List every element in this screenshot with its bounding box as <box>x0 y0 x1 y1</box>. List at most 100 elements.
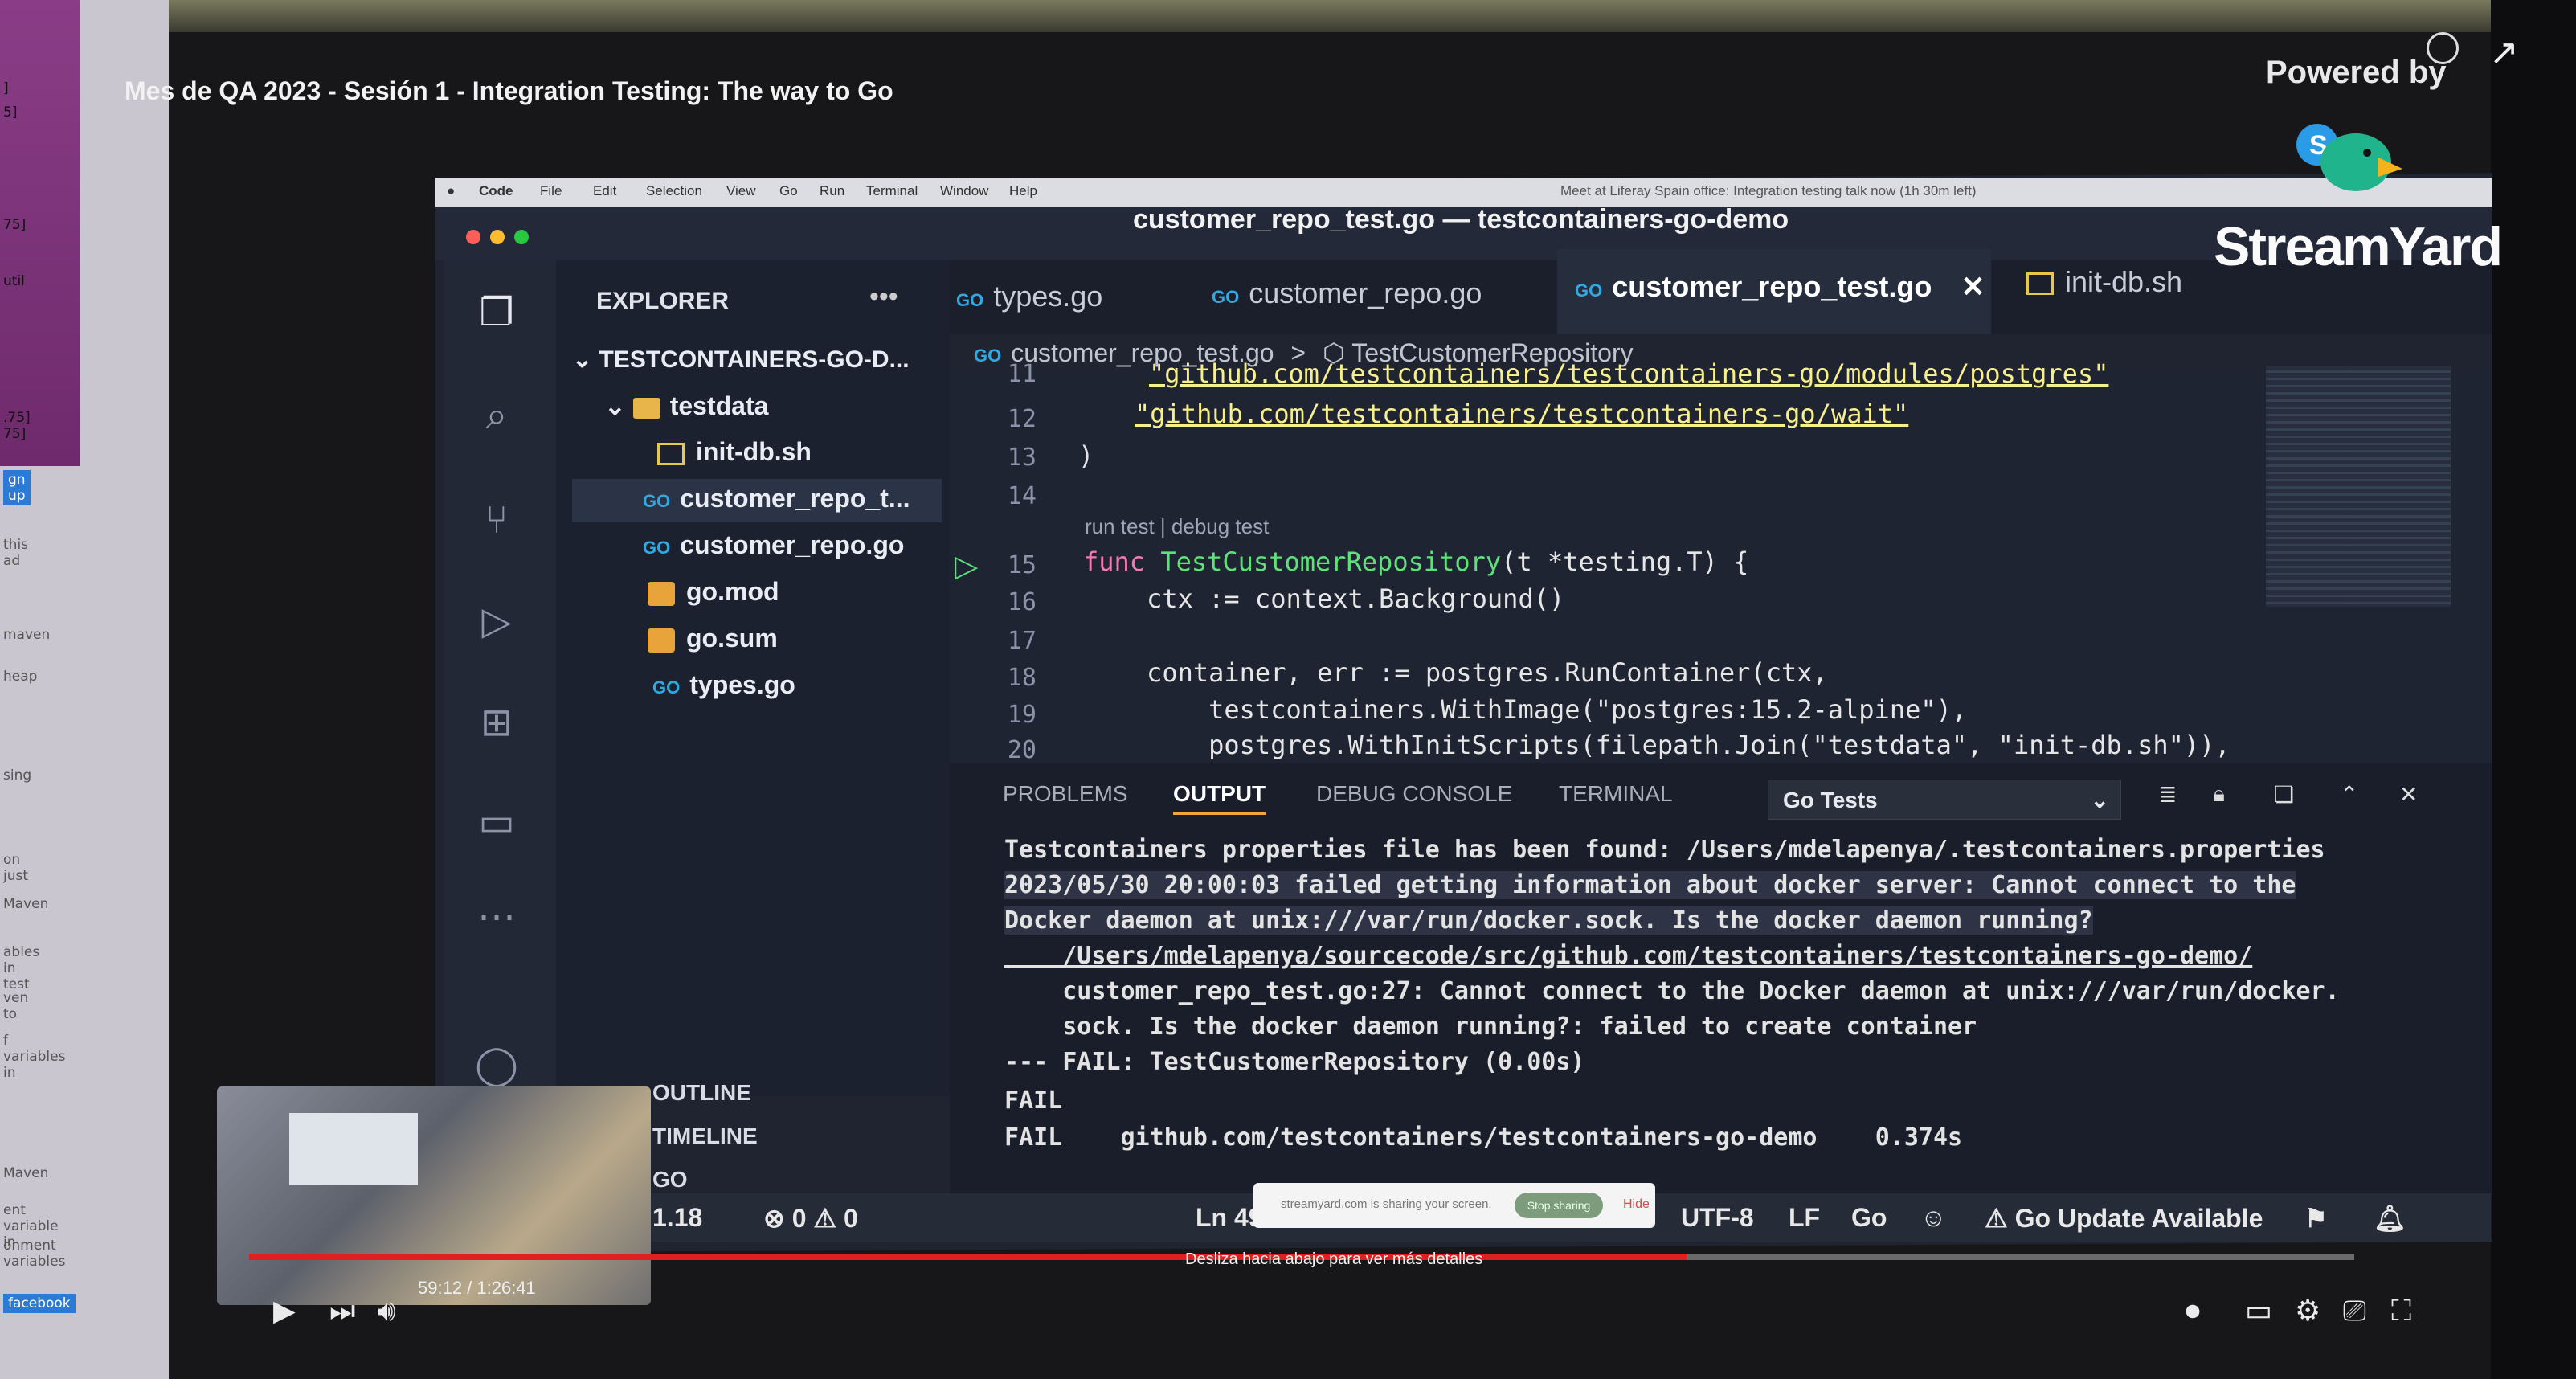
line-number: 11 <box>1007 360 1037 388</box>
play-icon[interactable]: ▶ <box>273 1294 296 1328</box>
tree-item-go-sum[interactable]: go.sum <box>648 624 778 653</box>
left-monitor-line: ] <box>3 80 9 96</box>
tab-init-db[interactable]: init-db.sh <box>2026 265 2182 299</box>
run-test-gutter-icon[interactable]: ▷ <box>955 548 978 584</box>
menu-edit[interactable]: Edit <box>593 183 616 199</box>
copilot-icon[interactable]: ☺ <box>1920 1203 1947 1233</box>
camera-preview[interactable] <box>217 1086 651 1305</box>
menu-run[interactable]: Run <box>820 183 844 199</box>
encoding[interactable]: UTF-8 <box>1681 1203 1754 1233</box>
line-number: 17 <box>1007 627 1037 655</box>
hide-notice-link[interactable]: Hide <box>1623 1197 1650 1212</box>
left-monitor-line: onment variables <box>3 1238 66 1270</box>
output-line: sock. Is the docker daemon running?: fai… <box>1004 1013 1977 1041</box>
more-icon[interactable]: ⋯ <box>474 895 519 940</box>
tree-item-customer-repo[interactable]: GO customer_repo.go <box>643 530 904 560</box>
left-monitor-line: util <box>3 273 25 289</box>
output-link[interactable]: /Users/mdelapenya/sourcecode/src/github.… <box>1004 942 2252 970</box>
minimap[interactable] <box>2266 366 2451 607</box>
output-line[interactable]: customer_repo_test.go:27: Cannot connect… <box>1004 977 2339 1005</box>
problems-indicator[interactable]: ⊗ 0 ⚠ 0 <box>763 1203 858 1234</box>
output-line: Docker daemon at unix:///var/run/docker.… <box>1004 906 2093 935</box>
run-debug-icon[interactable]: ▷ <box>474 599 519 644</box>
output-line: FAIL <box>1004 1086 1063 1115</box>
maximize-panel-icon[interactable]: ⌃ <box>2340 781 2358 808</box>
go-update[interactable]: ⚠ Go Update Available <box>1985 1203 2263 1234</box>
project-folder[interactable]: ⌄ TESTCONTAINERS-GO-D... <box>572 346 910 374</box>
tree-item-types[interactable]: GO types.go <box>652 670 795 700</box>
output-channel-select[interactable]: Go Tests ⌄ <box>1768 780 2121 820</box>
go-section[interactable]: GO <box>652 1167 688 1193</box>
files-icon[interactable]: ❐ <box>474 291 519 336</box>
monitor-bezel <box>2491 0 2576 1379</box>
stop-sharing-button[interactable]: Stop sharing <box>1515 1193 1603 1218</box>
tree-item-testdata[interactable]: ⌄ testdata <box>604 391 768 421</box>
explorer-more-icon[interactable]: ••• <box>869 281 898 313</box>
captions-icon[interactable]: ▭ <box>2245 1294 2272 1328</box>
codelens-run-debug-test[interactable]: run test | debug test <box>1085 514 1269 539</box>
autoplay-toggle[interactable]: ⏺ <box>2186 1294 2200 1328</box>
close-window-button[interactable] <box>466 230 480 244</box>
left-monitor-line: .75] <box>3 410 31 426</box>
tab-customer-repo-test[interactable]: GO customer_repo_test.go ✕ <box>1575 270 1985 304</box>
chevron-down-icon: ⌄ <box>2090 788 2109 812</box>
explorer-title: EXPLORER <box>596 288 730 314</box>
menu-file[interactable]: File <box>540 183 562 199</box>
tree-item-go-mod[interactable]: go.mod <box>648 577 779 607</box>
swipe-hint: Desliza hacia abajo para ver más detalle… <box>1185 1250 1483 1268</box>
extensions-icon[interactable]: ⊞ <box>474 701 519 746</box>
tab-problems[interactable]: PROBLEMS <box>1003 781 1128 807</box>
notifications-bell-icon[interactable]: 🔔︎ <box>2374 1203 2406 1234</box>
line-number: 19 <box>1007 701 1037 729</box>
fullscreen-icon[interactable]: ⛶ <box>2391 1294 2411 1328</box>
line-ending[interactable]: LF <box>1789 1203 1820 1233</box>
search-icon[interactable]: ⌕ <box>474 394 519 439</box>
menu-window[interactable]: Window <box>940 183 988 199</box>
open-editor-icon[interactable]: ❏ <box>2274 781 2294 808</box>
language-mode[interactable]: Go <box>1851 1203 1887 1233</box>
output-line: FAIL github.com/testcontainers/testconta… <box>1004 1123 1963 1152</box>
left-monitor-line: ven to <box>3 990 29 1022</box>
next-icon[interactable]: ⏭ <box>329 1294 355 1328</box>
menu-terminal[interactable]: Terminal <box>866 183 918 199</box>
left-monitor-line: ables in test <box>3 944 40 992</box>
tab-terminal[interactable]: TERMINAL <box>1559 781 1673 807</box>
menu-view[interactable]: View <box>726 183 756 199</box>
minimize-window-button[interactable] <box>490 230 505 244</box>
chevron-down-icon: ⌄ <box>604 391 633 420</box>
cast-icon[interactable]: ⎚ <box>2343 1294 2366 1328</box>
tab-output[interactable]: OUTPUT <box>1173 781 1266 815</box>
error-icon: ⊗ <box>763 1204 792 1233</box>
close-panel-icon[interactable]: ✕ <box>2399 781 2418 808</box>
close-tab-icon[interactable]: ✕ <box>1961 270 1985 303</box>
tab-types[interactable]: GO types.go <box>956 280 1102 313</box>
video-title[interactable]: Mes de QA 2023 - Sesión 1 - Integration … <box>125 76 893 106</box>
line-number: 13 <box>1007 444 1037 472</box>
menu-go[interactable]: Go <box>779 183 798 199</box>
watch-later-icon[interactable] <box>2427 32 2459 64</box>
apple-icon[interactable]: ● <box>447 183 455 199</box>
remote-explorer-icon[interactable]: ▭ <box>474 800 519 845</box>
menu-selection[interactable]: Selection <box>646 183 702 199</box>
tree-item-customer-repo-test[interactable]: GO customer_repo_t... <box>643 484 910 514</box>
timeline-section[interactable]: TIMELINE <box>652 1123 758 1149</box>
feedback-icon[interactable]: ⚑ <box>2304 1203 2328 1234</box>
menu-code[interactable]: Code <box>479 183 513 199</box>
settings-gear-icon[interactable]: ⚙ <box>2295 1294 2320 1328</box>
go-version[interactable]: 1.18 <box>652 1203 702 1233</box>
tab-customer-repo[interactable]: GO customer_repo.go <box>1212 276 1482 310</box>
volume-icon[interactable]: 🔊︎ <box>378 1294 396 1328</box>
outline-section[interactable]: OUTLINE <box>652 1080 751 1106</box>
account-icon[interactable]: ◯ <box>474 1043 519 1088</box>
tab-debug-console[interactable]: DEBUG CONSOLE <box>1316 781 1512 807</box>
word-wrap-icon[interactable]: ≣ <box>2158 781 2177 808</box>
share-icon[interactable]: ↗ <box>2489 32 2519 73</box>
lock-icon[interactable]: 🔒︎ <box>2213 781 2225 808</box>
shell-file-icon <box>2026 272 2054 296</box>
source-control-icon[interactable]: ⑂ <box>474 498 519 543</box>
left-monitor-line: gn up <box>3 470 31 505</box>
calendar-notice[interactable]: Meet at Liferay Spain office: Integratio… <box>1560 183 1977 199</box>
zoom-window-button[interactable] <box>514 230 529 244</box>
tree-item-init-db[interactable]: init-db.sh <box>657 437 812 467</box>
menu-help[interactable]: Help <box>1009 183 1037 199</box>
